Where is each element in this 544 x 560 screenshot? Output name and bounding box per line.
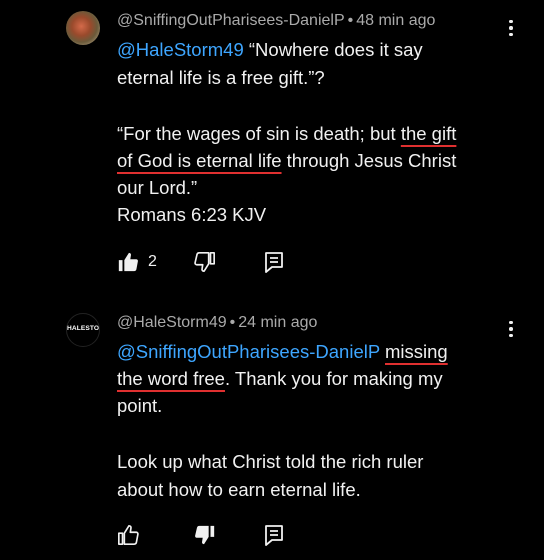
avatar[interactable] [66, 11, 100, 45]
like-count: 2 [148, 253, 157, 270]
comment-text-line: the word free. Thank you for making my [117, 368, 443, 389]
comment-meta: @SniffingOutPharisees-DanielP • 48 min ago [117, 12, 435, 30]
like-button[interactable] [117, 522, 139, 548]
author-name[interactable]: @SniffingOutPharisees-DanielP [117, 12, 345, 29]
comment-text-line: @HaleStorm49 “Nowhere does it say [117, 39, 423, 60]
comment-text-line: @SniffingOutPharisees-DanielP missing [117, 339, 448, 365]
comment-meta: @HaleStorm49 • 24 min ago [117, 314, 317, 332]
dislike-button[interactable] [194, 522, 216, 548]
underlined-text: the gift [400, 123, 457, 144]
reply-icon [265, 252, 283, 273]
meta-separator: • [347, 12, 354, 29]
reply-button[interactable] [264, 249, 284, 275]
dislike-button[interactable] [194, 249, 216, 275]
thumbs-up-icon [118, 252, 138, 272]
like-button[interactable]: 2 [117, 249, 157, 275]
comment-text-line: Look up what Christ told the rich ruler [117, 451, 424, 472]
comment-text-line: our Lord.” [117, 177, 198, 198]
underlined-text: missing [385, 341, 448, 362]
thumbs-down-icon [194, 252, 215, 272]
underlined-text: the word free [117, 368, 225, 389]
meta-separator: • [229, 314, 236, 331]
underlined-text: of God is eternal life [117, 150, 282, 171]
comment-text-line: about how to earn eternal life. [117, 479, 361, 500]
comment-text-line: of God is eternal life through Jesus Chr… [117, 150, 457, 171]
comment-text-line: “For the wages of sin is death; but the … [117, 123, 457, 144]
comment-text-line: Romans 6:23 KJV [117, 204, 267, 225]
mention-link[interactable]: @HaleStorm49 [117, 39, 244, 60]
author-name[interactable]: @HaleStorm49 [117, 314, 227, 331]
timestamp: 24 min ago [238, 314, 318, 331]
thumbs-up-icon [118, 525, 139, 545]
mention-link[interactable]: @SniffingOutPharisees-DanielP [117, 341, 380, 362]
comment-text-line: point. [117, 395, 163, 416]
more-vert-icon[interactable] [500, 17, 522, 39]
timestamp: 48 min ago [356, 12, 436, 29]
reply-icon [265, 525, 283, 546]
reply-button[interactable] [264, 522, 284, 548]
avatar[interactable]: HALESTORM [66, 313, 100, 347]
avatar-logo-text: HALESTORM [67, 325, 100, 332]
thumbs-down-icon [195, 525, 215, 545]
more-vert-icon[interactable] [500, 318, 522, 340]
comment-text-line: eternal life is a free gift.”? [117, 67, 325, 88]
